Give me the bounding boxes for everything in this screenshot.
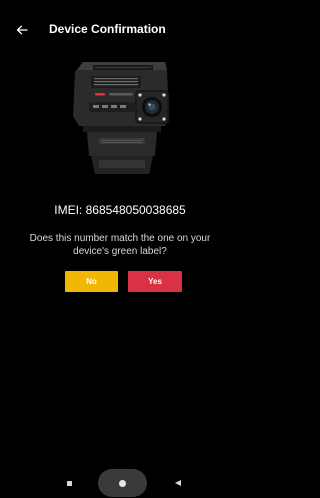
app-header: Device Confirmation xyxy=(0,0,240,60)
confirmation-question: Does this number match the one on your d… xyxy=(29,233,211,257)
system-navigation-bar xyxy=(0,468,240,498)
back-button[interactable] xyxy=(12,20,32,40)
home-button[interactable] xyxy=(98,469,147,497)
dashcam-device-image xyxy=(73,62,169,174)
yes-button[interactable]: Yes xyxy=(128,271,182,292)
home-pill-icon xyxy=(119,479,126,487)
recent-apps-button[interactable] xyxy=(64,478,74,488)
triangle-back-icon xyxy=(175,480,181,486)
square-icon xyxy=(66,480,72,486)
page-title: Device Confirmation xyxy=(49,22,166,36)
no-button[interactable]: No xyxy=(65,271,118,292)
nav-back-button[interactable] xyxy=(172,477,184,489)
arrow-left-icon xyxy=(16,25,28,35)
imei-number: IMEI: 868548050038685 xyxy=(54,203,186,217)
